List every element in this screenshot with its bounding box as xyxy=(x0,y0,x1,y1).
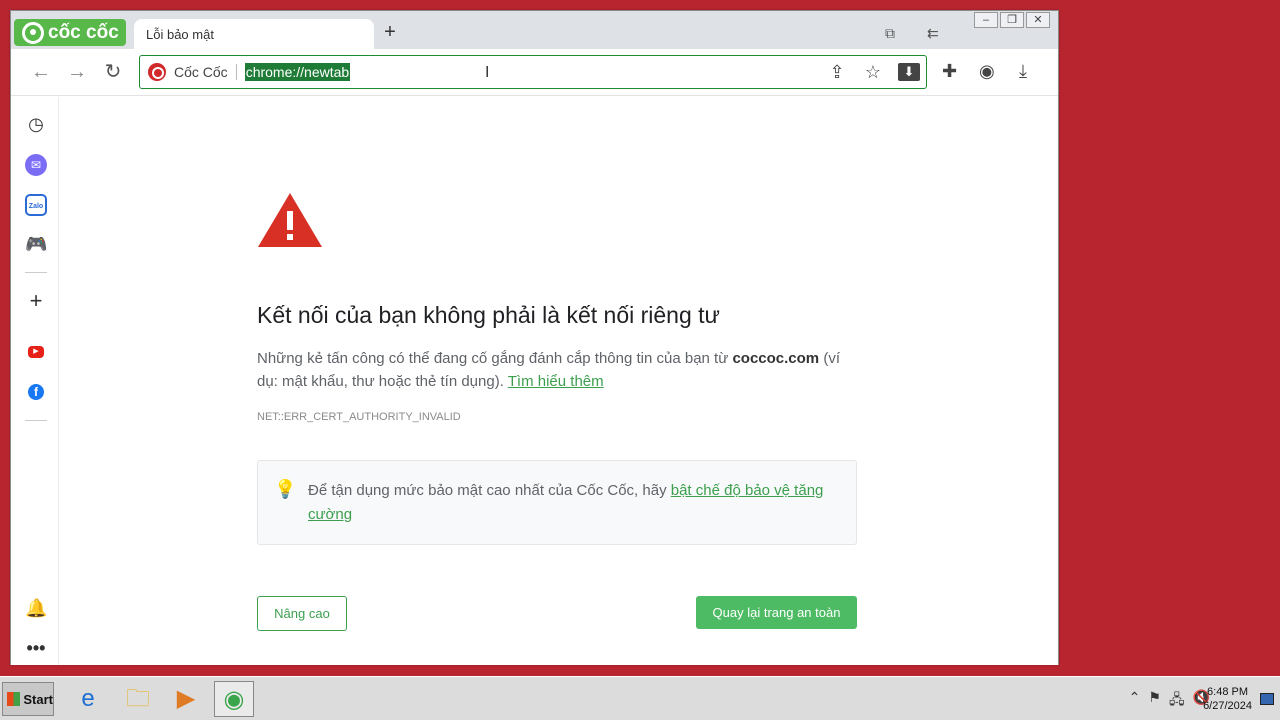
system-tray: ⌃ ⚑ 🖧 🔇 xyxy=(1129,689,1210,713)
forward-arrow-icon[interactable]: → xyxy=(64,59,90,85)
zalo-icon[interactable]: Zalo xyxy=(25,194,47,216)
tab-title: Lỗi bảo mật xyxy=(146,27,214,42)
messenger-icon[interactable]: ✉ xyxy=(25,154,47,176)
network-icon[interactable]: 🖧 xyxy=(1169,689,1185,713)
extensions-icon[interactable]: ✚ xyxy=(942,61,957,82)
restore-button[interactable]: ❐ xyxy=(1000,12,1024,28)
desc-text: Những kẻ tấn công có thể đang cố gắng đá… xyxy=(257,350,733,367)
error-code: NET::ERR_CERT_AUTHORITY_INVALID xyxy=(257,411,461,423)
back-arrow-icon[interactable]: ← xyxy=(28,59,54,85)
browser-window: cốc cốc Lỗi bảo mật + ⧉ ⇇ – ❐ ✕ ← → ↻ Cố… xyxy=(10,10,1059,665)
downloads-icon[interactable]: ⤓ xyxy=(1019,61,1027,82)
url-text[interactable]: chrome://newtab xyxy=(244,63,351,81)
toolbar: ← → ↻ Cốc Cốc chrome://newtab I ⇪ ☆ ⬇ ✚ … xyxy=(11,49,1058,96)
error-description: Những kẻ tấn công có thể đang cố gắng đá… xyxy=(257,347,857,393)
warning-triangle-icon xyxy=(258,193,322,247)
sidebar: ◷ ✉ Zalo 🎮 + ▶ f 🔔 ••• xyxy=(11,97,59,665)
bookmark-star-icon[interactable]: ☆ xyxy=(862,62,884,83)
tab-active[interactable]: Lỗi bảo mật xyxy=(134,19,374,49)
minimize-button[interactable]: – xyxy=(974,12,998,28)
windows-flag-icon xyxy=(7,692,21,706)
text-cursor-icon: I xyxy=(485,64,490,81)
brand-label: cốc cốc xyxy=(48,21,119,43)
youtube-icon[interactable]: ▶ xyxy=(28,346,44,358)
start-label: Start xyxy=(23,691,53,707)
lightbulb-icon: 💡 xyxy=(274,479,297,499)
address-bar[interactable]: Cốc Cốc chrome://newtab I ⇪ ☆ ⬇ xyxy=(139,55,927,89)
media-player-icon[interactable]: ▶ xyxy=(166,681,206,717)
coccoc-brand-button[interactable]: cốc cốc xyxy=(14,19,126,46)
close-button[interactable]: ✕ xyxy=(1026,12,1050,28)
coccoc-logo-icon xyxy=(22,21,44,44)
internet-explorer-icon[interactable]: e xyxy=(68,681,108,717)
facebook-icon[interactable]: f xyxy=(28,384,44,400)
sidebar-divider xyxy=(25,272,47,273)
tip-text: Để tận dụng mức bảo mật cao nhất của Cốc… xyxy=(308,479,838,527)
tray-expand-icon[interactable]: ⌃ xyxy=(1129,689,1141,713)
sidebar-divider xyxy=(25,420,47,421)
reload-icon[interactable]: ↻ xyxy=(100,59,126,85)
advanced-button[interactable]: Nâng cao xyxy=(257,596,347,631)
tab-search-icon[interactable]: ⧉ xyxy=(885,25,895,42)
security-tip-box: 💡 Để tận dụng mức bảo mật cao nhất của C… xyxy=(257,460,857,545)
file-explorer-icon[interactable]: 🗀 xyxy=(118,681,158,717)
profile-icon[interactable]: ◉ xyxy=(979,61,995,82)
coccoc-site-icon xyxy=(148,63,166,81)
coccoc-taskbar-icon[interactable]: ◉ xyxy=(214,681,254,717)
window-controls: – ❐ ✕ xyxy=(974,12,1050,28)
add-icon[interactable]: + xyxy=(25,290,47,312)
error-page: Kết nối của bạn không phải là kết nối ri… xyxy=(59,97,1058,665)
tab-bar: cốc cốc Lỗi bảo mật + ⧉ ⇇ – ❐ ✕ xyxy=(11,11,1058,49)
clock-date: 6/27/2024 xyxy=(1203,700,1252,712)
more-options-icon[interactable]: ••• xyxy=(25,637,47,659)
action-center-flag-icon[interactable]: ⚑ xyxy=(1148,689,1161,713)
start-button[interactable]: Start xyxy=(2,682,54,716)
tip-prefix: Để tận dụng mức bảo mật cao nhất của Cốc… xyxy=(308,482,671,499)
new-tab-button[interactable]: + xyxy=(379,21,401,43)
omnibox-brand: Cốc Cốc xyxy=(174,64,237,80)
notification-bell-icon[interactable]: 🔔 xyxy=(25,597,47,619)
history-icon[interactable]: ◷ xyxy=(25,113,47,135)
sidebar-toggle-icon[interactable]: ⇇ xyxy=(927,25,939,42)
page-title: Kết nối của bạn không phải là kết nối ri… xyxy=(257,302,720,328)
desc-domain: coccoc.com xyxy=(732,350,820,367)
clock-time: 6:48 PM xyxy=(1207,686,1249,698)
show-desktop-icon[interactable] xyxy=(1260,693,1274,705)
back-to-safety-button[interactable]: Quay lại trang an toàn xyxy=(696,596,857,629)
learn-more-link[interactable]: Tìm hiểu thêm xyxy=(508,373,604,390)
clock[interactable]: 6:48 PM 6/27/2024 xyxy=(1203,685,1252,713)
gamepad-icon[interactable]: 🎮 xyxy=(25,233,47,255)
share-icon[interactable]: ⇪ xyxy=(826,62,848,83)
savior-download-icon[interactable]: ⬇ xyxy=(898,63,920,81)
omnibox-actions: ⇪ ☆ ⬇ xyxy=(826,62,920,83)
taskbar: Start e 🗀 ▶ ◉ ⌃ ⚑ 🖧 🔇 6:48 PM 6/27/2024 xyxy=(0,676,1280,720)
